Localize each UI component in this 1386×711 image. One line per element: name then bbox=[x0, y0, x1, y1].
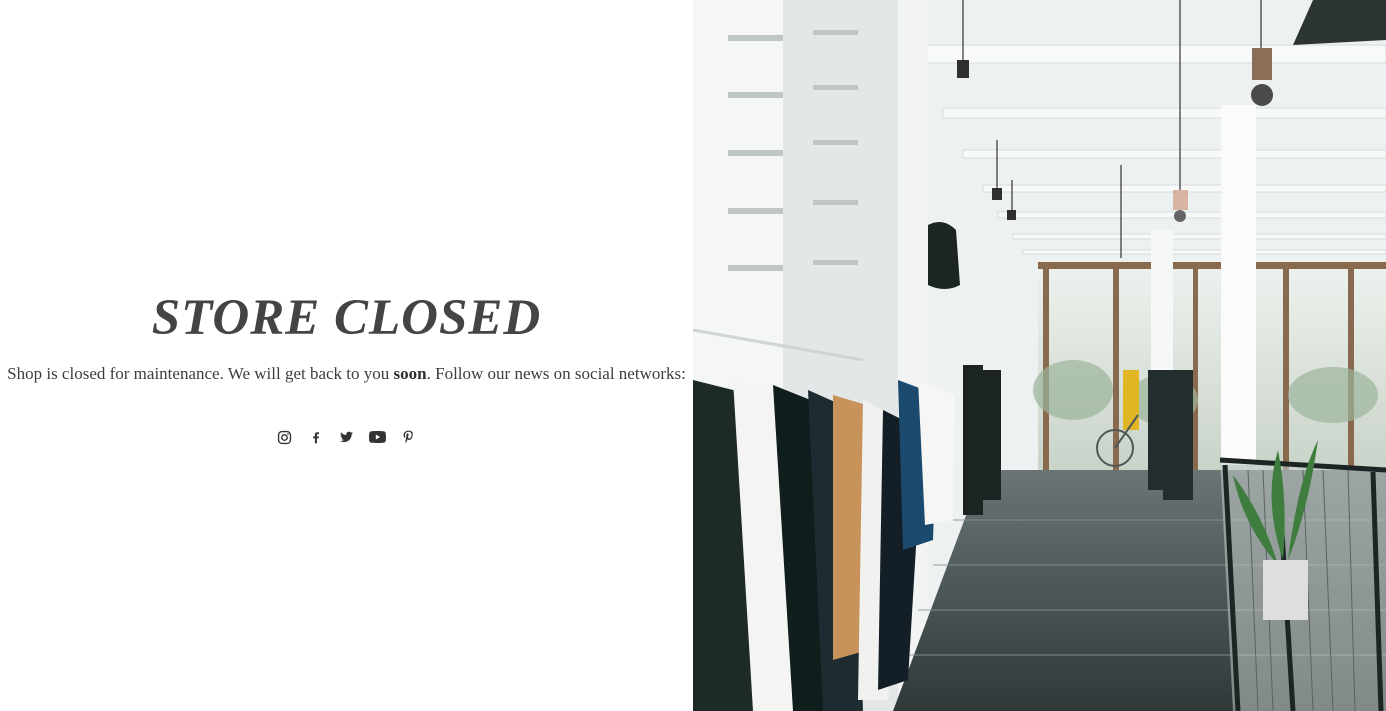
instagram-icon bbox=[277, 430, 292, 444]
facebook-icon bbox=[312, 431, 319, 443]
twitter-link[interactable] bbox=[338, 428, 356, 446]
message-text: Shop is closed for maintenance. We will … bbox=[7, 364, 394, 383]
page-title: STORE CLOSED bbox=[151, 290, 542, 346]
store-interior-illustration bbox=[693, 0, 1386, 711]
pinterest-link[interactable] bbox=[400, 428, 418, 446]
message-text-end: . Follow our news on social networks: bbox=[426, 364, 686, 383]
maintenance-message: Shop is closed for maintenance. We will … bbox=[0, 363, 693, 385]
pinterest-icon bbox=[403, 430, 413, 443]
twitter-icon bbox=[340, 431, 353, 443]
message-emphasis: soon bbox=[393, 364, 427, 383]
youtube-icon bbox=[369, 431, 386, 443]
youtube-link[interactable] bbox=[369, 428, 387, 446]
hero-image bbox=[693, 0, 1386, 711]
maintenance-panel: STORE CLOSED Shop is closed for maintena… bbox=[0, 0, 693, 711]
instagram-link[interactable] bbox=[276, 428, 294, 446]
social-links bbox=[0, 427, 693, 447]
facebook-link[interactable] bbox=[307, 428, 325, 446]
